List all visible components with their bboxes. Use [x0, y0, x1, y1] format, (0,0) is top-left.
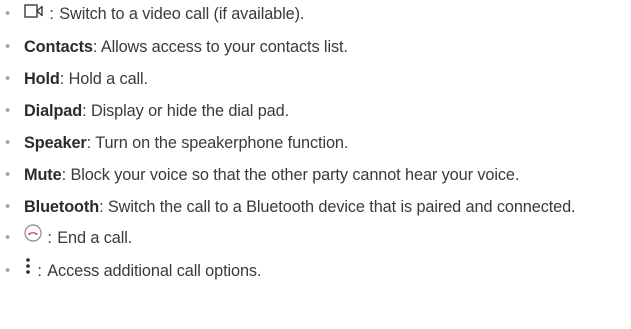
bullet: • [5, 101, 11, 119]
list-item-end-call: • : End a call. [0, 224, 631, 251]
item-description: Turn on the speakerphone function. [95, 133, 349, 152]
bullet: • [5, 261, 11, 279]
call-options-list: • : Switch to a video call (if available… [0, 2, 631, 284]
item-term: Mute [24, 165, 62, 184]
list-item-contacts: • Contacts: Allows access to your contac… [0, 35, 631, 59]
separator: : [43, 228, 57, 247]
item-description: Display or hide the dial pad. [90, 101, 289, 120]
item-description: Hold a call. [68, 69, 148, 88]
list-item-more-options: • : Access additional call options. [0, 257, 631, 284]
item-term: Bluetooth [24, 197, 100, 216]
separator: : [59, 69, 69, 88]
list-item-bluetooth: • Bluetooth: Switch the call to a Blueto… [0, 195, 631, 219]
item-description: Block your voice so that the other party… [70, 165, 520, 184]
item-term: Speaker [24, 133, 87, 152]
item-description: Allows access to your contacts list. [100, 37, 348, 56]
bullet: • [5, 228, 11, 246]
item-term: Hold [24, 69, 60, 88]
list-item-mute: • Mute: Block your voice so that the oth… [0, 163, 631, 187]
separator: : [82, 101, 91, 120]
end-call-icon [24, 224, 42, 249]
item-description: Switch to a video call (if available). [59, 5, 305, 23]
separator: : [86, 133, 96, 152]
separator: : [33, 261, 47, 280]
item-description: Switch the call to a Bluetooth device th… [107, 197, 576, 216]
item-description: End a call. [57, 228, 133, 247]
item-term: Dialpad [24, 101, 83, 120]
item-term: Contacts [24, 37, 93, 56]
bullet: • [5, 165, 11, 183]
list-item-speaker: • Speaker: Turn on the speakerphone func… [0, 131, 631, 155]
separator: : [45, 5, 59, 23]
list-item-hold: • Hold: Hold a call. [0, 67, 631, 91]
bullet: • [5, 5, 11, 22]
bullet: • [5, 197, 11, 215]
bullet: • [5, 69, 11, 87]
video-call-icon [24, 1, 44, 25]
item-description: Access additional call options. [47, 261, 262, 280]
list-item-dialpad: • Dialpad: Display or hide the dial pad. [0, 99, 631, 123]
separator: : [99, 197, 108, 216]
bullet: • [5, 37, 11, 55]
separator: : [92, 37, 101, 56]
list-item-video-call: • : Switch to a video call (if available… [0, 2, 631, 27]
bullet: • [5, 133, 11, 151]
more-options-icon [24, 257, 32, 282]
